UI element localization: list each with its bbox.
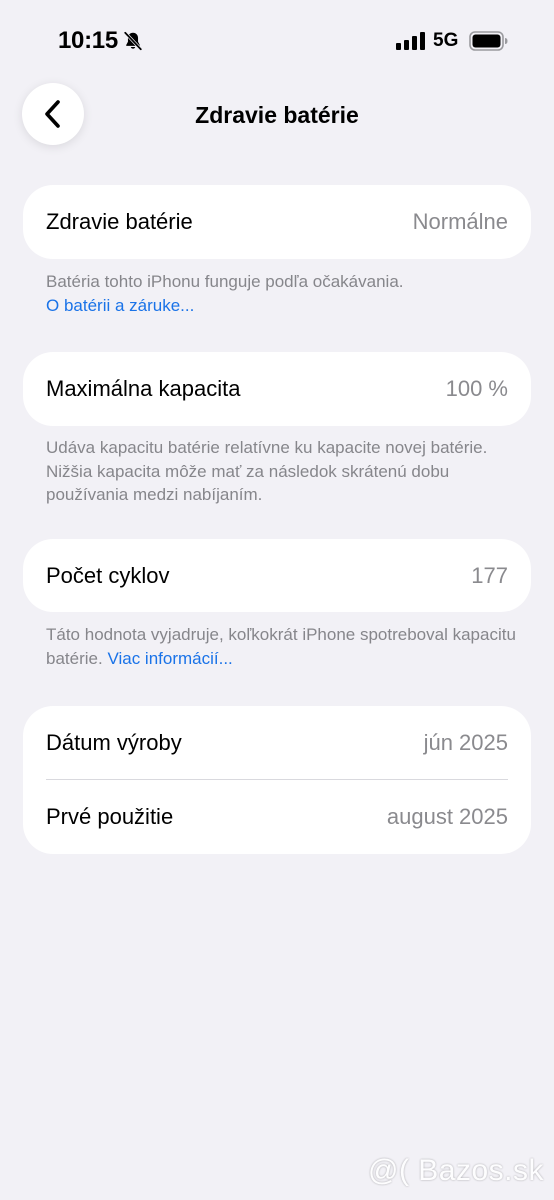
status-bar: 10:15 5G [0,0,554,84]
battery-health-note: Batéria tohto iPhonu funguje podľa očaká… [46,272,404,291]
more-info-link[interactable]: Viac informácií... [107,649,232,668]
cycle-count-label: Počet cyklov [46,562,170,588]
page-title: Zdravie batérie [195,102,359,128]
bell-slash-icon [122,30,144,52]
first-use-label: Prvé použitie [46,804,174,829]
max-capacity-value: 100 % [445,376,508,401]
manufacture-date-value: jún 2025 [423,729,508,755]
cycle-count-row: Počet cyklov 177 [46,539,508,612]
signal-bars-icon [396,32,426,50]
cycle-count-value: 177 [471,562,508,588]
battery-warranty-link[interactable]: O batérii a záruke... [46,294,516,318]
status-time: 10:15 [58,27,118,54]
cycle-count-card: Počet cyklov 177 [23,539,531,612]
battery-health-row: Zdravie batérie Normálne [46,185,508,259]
battery-health-card: Zdravie batérie Normálne [23,185,531,259]
max-capacity-row: Maximálna kapacita 100 % [46,352,508,426]
manufacture-date-row: Dátum výroby jún 2025 [46,706,508,779]
battery-icon [469,31,509,51]
max-capacity-note: Udáva kapacitu batérie relatívne ku kapa… [46,438,488,504]
manufacture-date-label: Dátum výroby [46,729,182,755]
first-use-row: Prvé použitie august 2025 [46,780,508,854]
battery-health-label: Zdravie batérie [46,209,193,234]
max-capacity-card: Maximálna kapacita 100 % [23,352,531,426]
max-capacity-label: Maximálna kapacita [46,376,241,401]
dates-card: Dátum výroby jún 2025 Prvé použitie augu… [23,706,531,854]
bazos-watermark: @( Bazos.sk [368,1154,544,1187]
network-label: 5G [433,30,459,51]
first-use-value: august 2025 [386,804,508,829]
cycle-count-note-block: Táto hodnota vyjadruje, koľkokrát iPhone… [46,623,516,670]
battery-health-value: Normálne [412,209,508,234]
battery-health-note-block: Batéria tohto iPhonu funguje podľa očaká… [46,270,516,317]
